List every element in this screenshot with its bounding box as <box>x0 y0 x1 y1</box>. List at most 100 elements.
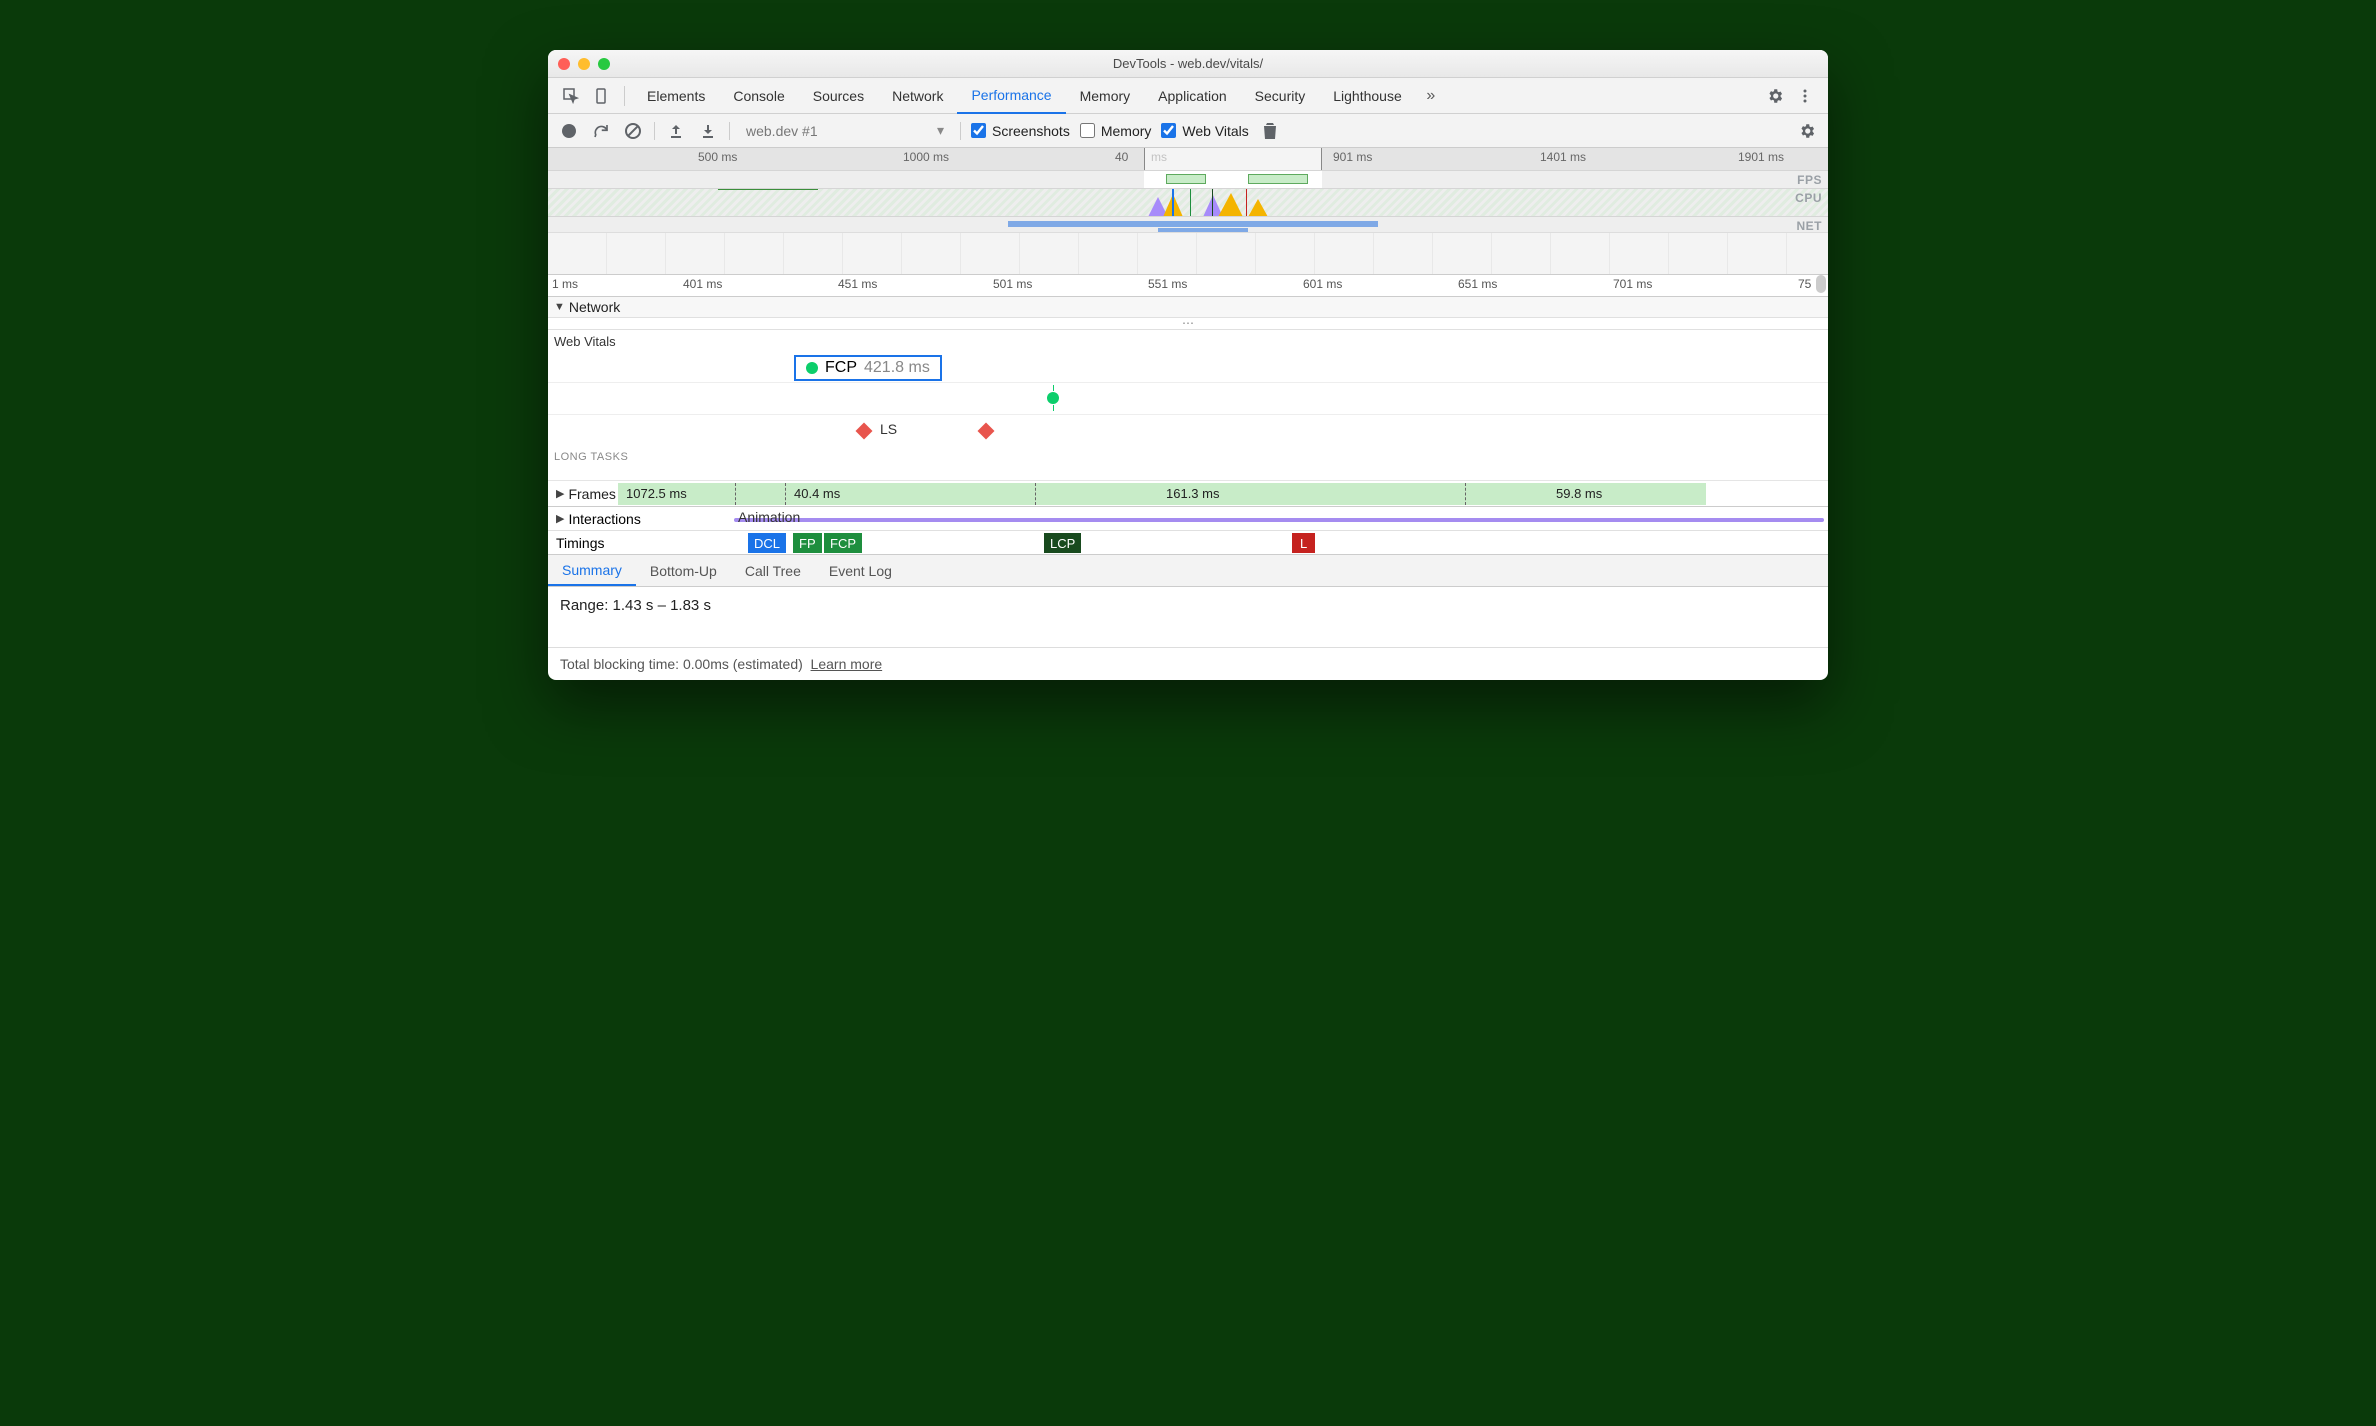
recording-select-value: web.dev #1 <box>746 123 818 139</box>
upload-profile-icon[interactable] <box>665 120 687 142</box>
footer-bar: Total blocking time: 0.00ms (estimated) … <box>548 647 1828 680</box>
kebab-menu-icon[interactable] <box>1794 85 1816 107</box>
layout-shift-marker[interactable] <box>978 423 995 440</box>
overview-ruler: 500 ms 1000 ms 40 ms 901 ms 1401 ms 1901… <box>548 148 1828 170</box>
window-title: DevTools - web.dev/vitals/ <box>548 56 1828 71</box>
tab-sources[interactable]: Sources <box>799 78 878 114</box>
long-tasks-label: LONG TASKS <box>548 447 1828 467</box>
network-section-header[interactable]: ▼ Network <box>548 297 1828 318</box>
device-toggle-icon[interactable] <box>590 85 612 107</box>
reload-record-icon[interactable] <box>590 120 612 142</box>
tab-application[interactable]: Application <box>1144 78 1241 114</box>
frame-segment[interactable]: 161.3 ms <box>1036 483 1466 505</box>
tab-lighthouse[interactable]: Lighthouse <box>1319 78 1416 114</box>
layout-shift-marker[interactable] <box>856 423 873 440</box>
frames-label: Frames <box>568 486 615 502</box>
settings-gear-icon[interactable] <box>1764 85 1786 107</box>
frames-row: ▶ Frames 1072.5 ms 40.4 ms 161.3 ms 59.8… <box>548 481 1828 507</box>
clear-icon[interactable] <box>622 120 644 142</box>
tab-security[interactable]: Security <box>1241 78 1320 114</box>
delete-recording-icon[interactable] <box>1259 120 1281 142</box>
tab-divider <box>624 86 625 106</box>
webvitals-checkbox[interactable]: Web Vitals <box>1161 123 1248 139</box>
details-tab-bottom-up[interactable]: Bottom-Up <box>636 555 731 586</box>
capture-settings-gear-icon[interactable] <box>1796 120 1818 142</box>
more-tabs-icon[interactable]: » <box>1420 85 1442 107</box>
details-tab-event-log[interactable]: Event Log <box>815 555 906 586</box>
screenshots-label: Screenshots <box>992 123 1070 139</box>
fcp-marker[interactable]: FCP 421.8 ms <box>794 355 942 381</box>
devtools-panel-tabs: Elements Console Sources Network Perform… <box>548 78 1828 114</box>
performance-toolbar: web.dev #1 ▾ Screenshots Memory Web Vita… <box>548 114 1828 148</box>
memory-checkbox-input[interactable] <box>1080 123 1095 138</box>
fcp-label: FCP <box>825 359 857 377</box>
learn-more-link[interactable]: Learn more <box>811 656 883 672</box>
timing-lcp-badge[interactable]: LCP <box>1044 533 1081 553</box>
overview-lane-label: CPU <box>1795 191 1822 205</box>
lcp-marker[interactable] <box>1047 392 1059 404</box>
interactions-row: ▶ Interactions Animation <box>548 507 1828 531</box>
webvitals-lcp-row <box>548 383 1828 415</box>
webvitals-label: Web Vitals <box>1182 123 1248 139</box>
tab-elements[interactable]: Elements <box>633 78 719 114</box>
screenshots-checkbox[interactable]: Screenshots <box>971 123 1070 139</box>
details-tab-call-tree[interactable]: Call Tree <box>731 555 815 586</box>
webvitals-section-label: Web Vitals <box>548 330 1828 351</box>
good-indicator-icon <box>806 362 818 374</box>
scrollbar-thumb[interactable] <box>1816 275 1826 293</box>
ruler-tick: 551 ms <box>1148 277 1187 291</box>
frame-segment[interactable] <box>736 483 786 505</box>
overview-net-lane: NET <box>548 216 1828 232</box>
inspect-element-icon[interactable] <box>560 85 582 107</box>
recording-select[interactable]: web.dev #1 ▾ <box>740 120 950 141</box>
tab-performance[interactable]: Performance <box>957 78 1065 114</box>
webvitals-ls-row: LS <box>548 415 1828 447</box>
record-button[interactable] <box>558 120 580 142</box>
ruler-tick: 451 ms <box>838 277 877 291</box>
ls-label: LS <box>880 421 897 437</box>
frames-track[interactable]: 1072.5 ms 40.4 ms 161.3 ms 59.8 ms <box>618 481 1828 507</box>
timeline-overview[interactable]: 500 ms 1000 ms 40 ms 901 ms 1401 ms 1901… <box>548 148 1828 275</box>
overview-tick: 901 ms <box>1333 150 1372 164</box>
download-profile-icon[interactable] <box>697 120 719 142</box>
screenshots-checkbox-input[interactable] <box>971 123 986 138</box>
memory-checkbox[interactable]: Memory <box>1080 123 1152 139</box>
devtools-window: DevTools - web.dev/vitals/ Elements Cons… <box>548 50 1828 680</box>
details-tabs: Summary Bottom-Up Call Tree Event Log <box>548 555 1828 587</box>
interactions-section-header[interactable]: ▶ Interactions <box>548 507 668 530</box>
tab-console[interactable]: Console <box>719 78 798 114</box>
frames-section-header[interactable]: ▶ Frames <box>548 486 618 502</box>
interactions-track[interactable]: Animation <box>668 507 1828 530</box>
overview-selection[interactable] <box>1144 148 1322 170</box>
frame-segment[interactable]: 40.4 ms <box>786 483 1036 505</box>
tab-memory[interactable]: Memory <box>1066 78 1145 114</box>
frame-segment[interactable]: 1072.5 ms <box>618 483 736 505</box>
timings-track[interactable]: DCL FP FCP LCP L <box>668 531 1828 554</box>
summary-range: Range: 1.43 s – 1.83 s <box>560 597 711 614</box>
screenshot-filmstrip[interactable] <box>548 232 1828 274</box>
overview-tick: 1901 ms <box>1738 150 1784 164</box>
fcp-time: 421.8 ms <box>864 359 930 377</box>
animation-bar[interactable] <box>734 518 1824 522</box>
ruler-tick: 651 ms <box>1458 277 1497 291</box>
details-tab-summary[interactable]: Summary <box>548 555 636 586</box>
cpu-flame-icon <box>1143 189 1323 217</box>
timing-fcp-badge[interactable]: FCP <box>824 533 862 553</box>
timing-fp-badge[interactable]: FP <box>793 533 822 553</box>
overview-fps-lane: FPS <box>548 170 1828 188</box>
timing-load-badge[interactable]: L <box>1292 533 1315 553</box>
memory-label: Memory <box>1101 123 1152 139</box>
overview-cpu-lane: CPU <box>548 188 1828 216</box>
timing-dcl-badge[interactable]: DCL <box>748 533 786 553</box>
webvitals-checkbox-input[interactable] <box>1161 123 1176 138</box>
overview-tick: 1000 ms <box>903 150 949 164</box>
summary-panel: Range: 1.43 s – 1.83 s <box>548 587 1828 647</box>
collapsed-content-indicator[interactable]: ⋯ <box>548 318 1828 330</box>
webvitals-fcp-row: FCP 421.8 ms <box>548 351 1828 383</box>
animation-label: Animation <box>738 509 800 525</box>
tab-network[interactable]: Network <box>878 78 957 114</box>
window-titlebar: DevTools - web.dev/vitals/ <box>548 50 1828 78</box>
flamechart-ruler[interactable]: 1 ms 401 ms 451 ms 501 ms 551 ms 601 ms … <box>548 275 1828 297</box>
frame-segment[interactable]: 59.8 ms <box>1466 483 1706 505</box>
disclosure-triangle-icon: ▼ <box>554 301 565 313</box>
